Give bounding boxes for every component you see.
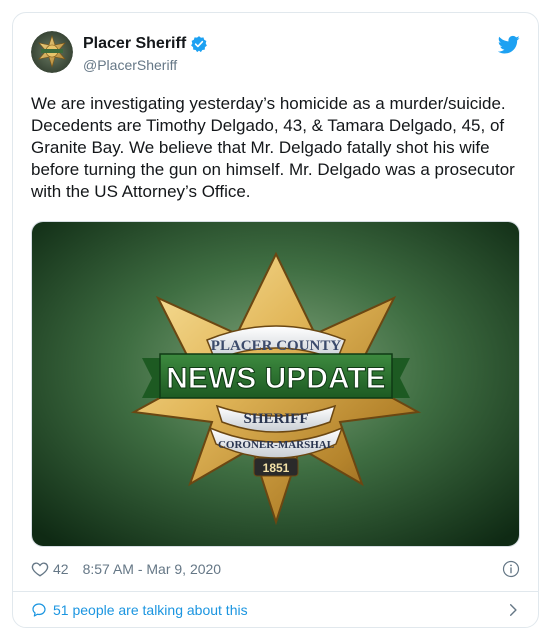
like-count: 42 xyxy=(53,561,69,577)
info-icon[interactable] xyxy=(502,560,520,578)
handle[interactable]: @PlacerSheriff xyxy=(83,57,208,73)
speech-bubble-icon xyxy=(32,603,46,617)
badge-year-text: 1851 xyxy=(263,461,290,475)
twitter-bird-icon[interactable] xyxy=(497,35,520,55)
avatar[interactable] xyxy=(31,31,73,73)
tweet-media-image[interactable]: PLACER COUNTY NEWS UPDATE SHERIFF CORONE… xyxy=(31,221,520,547)
verified-badge-icon xyxy=(190,35,208,53)
heart-icon xyxy=(31,562,49,577)
divider xyxy=(13,591,538,592)
name-block: Placer Sheriff @PlacerSheriff xyxy=(83,33,208,73)
tweet-card[interactable]: Placer Sheriff @PlacerSheriff We are inv… xyxy=(12,12,539,628)
display-name-row: Placer Sheriff xyxy=(83,33,208,55)
tweet-header: Placer Sheriff @PlacerSheriff xyxy=(31,31,520,87)
badge-sheriff-text: SHERIFF xyxy=(243,411,308,427)
sheriff-badge-avatar-icon xyxy=(31,31,73,73)
tweet-timestamp[interactable]: 8:57 AM - Mar 9, 2020 xyxy=(83,561,222,577)
tweet-meta: 42 8:57 AM - Mar 9, 2020 xyxy=(31,557,520,581)
badge-bottom-text: CORONER-MARSHAL xyxy=(218,439,334,451)
conversation-label[interactable]: 51 people are talking about this xyxy=(53,602,248,618)
tweet-text: We are investigating yesterday’s homicid… xyxy=(31,94,520,201)
conversation-link[interactable]: 51 people are talking about this xyxy=(31,597,520,623)
badge-top-text: PLACER COUNTY xyxy=(211,338,342,354)
like-button[interactable]: 42 xyxy=(31,560,69,578)
badge-banner-text: NEWS UPDATE xyxy=(166,362,385,395)
news-update-badge-image: PLACER COUNTY NEWS UPDATE SHERIFF CORONE… xyxy=(32,222,519,546)
display-name[interactable]: Placer Sheriff xyxy=(83,35,186,53)
chevron-right-icon[interactable] xyxy=(506,603,520,617)
